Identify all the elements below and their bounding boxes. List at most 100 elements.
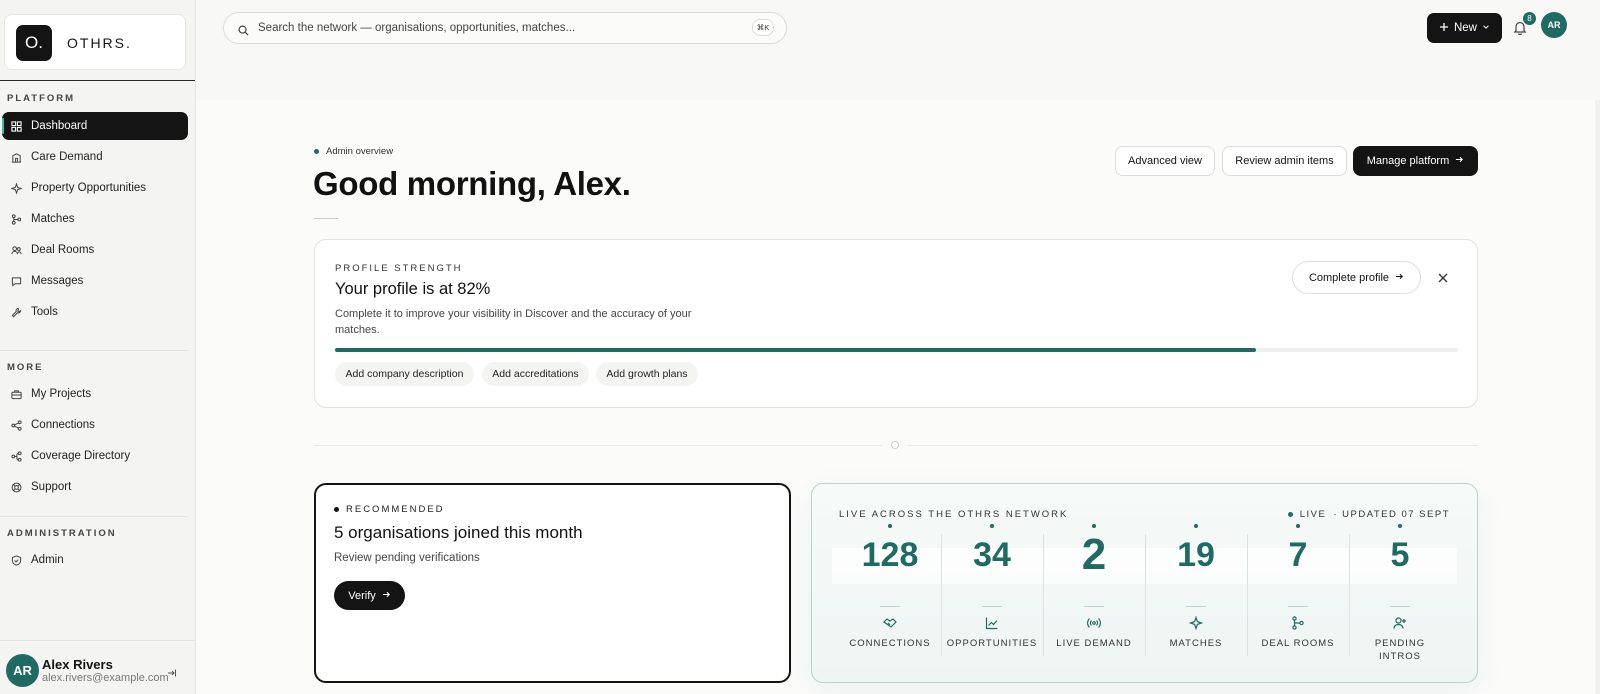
briefcase-icon	[11, 389, 22, 400]
plus-icon	[1439, 22, 1449, 35]
stat-opportunities: 34 OPPORTUNITIES	[941, 524, 1043, 674]
card-description: Complete it to improve your visibility i…	[335, 308, 692, 336]
stat-connections: 128 CONNECTIONS	[839, 524, 941, 674]
arrow-right-icon	[1395, 272, 1404, 284]
stat-dot	[1194, 524, 1198, 528]
sidebar-item-label: Care Demand	[31, 151, 103, 163]
live-network-card: LIVE ACROSS THE OTHRS NETWORK LIVE · UPD…	[811, 483, 1478, 683]
sparkle-icon	[1188, 615, 1204, 631]
sidebar-item-label: Connections	[31, 419, 95, 431]
section-divider	[908, 445, 1478, 446]
stat-matches: 19 MATCHES	[1145, 524, 1247, 674]
chip-add-company-description[interactable]: Add company description	[335, 362, 474, 386]
progress-fill	[335, 348, 1256, 352]
sidebar-item-care-demand[interactable]: Care Demand	[2, 143, 188, 171]
arrow-right-icon	[382, 590, 391, 602]
manage-platform-button[interactable]: Manage platform	[1353, 146, 1478, 176]
search-bar[interactable]	[223, 12, 787, 44]
page-title: Good morning, Alex.	[313, 165, 631, 202]
card-subtitle: Review pending verifications	[334, 552, 480, 564]
stat-dot	[1296, 524, 1300, 528]
stat-value: 128	[861, 536, 919, 574]
sidebar-item-label: Deal Rooms	[31, 244, 95, 256]
live-label: LIVE	[1299, 509, 1327, 520]
brand[interactable]: O. OTHRS.	[4, 14, 186, 70]
chip-add-growth-plans[interactable]: Add growth plans	[596, 362, 698, 386]
verify-button[interactable]: Verify	[334, 581, 405, 610]
live-dot	[1287, 512, 1293, 517]
sidebar-item-tools[interactable]: Tools	[2, 298, 188, 326]
sidebar-item-matches[interactable]: Matches	[2, 205, 188, 233]
page-scrollbar[interactable]	[1595, 100, 1600, 694]
avatar[interactable]: AR	[1541, 12, 1567, 38]
sidebar-item-dashboard[interactable]: Dashboard	[2, 112, 188, 140]
stat-rule	[880, 606, 900, 607]
review-admin-items-button[interactable]: Review admin items	[1222, 146, 1347, 176]
sidebar-item-label: My Projects	[31, 388, 92, 400]
stat-value: 34	[973, 536, 1011, 574]
stat-rule	[1288, 606, 1308, 607]
profile-strength-card: PROFILE STRENGTH Your profile is at 82% …	[314, 239, 1478, 408]
sidebar-item-label: Support	[31, 481, 72, 493]
stat-dot	[1092, 524, 1096, 528]
sidebar-item-messages[interactable]: Messages	[2, 267, 188, 295]
sidebar-item-deal-rooms[interactable]: Deal Rooms	[2, 236, 188, 264]
sidebar-item-property-opportunities[interactable]: Property Opportunities	[2, 174, 188, 202]
stat-rule	[1390, 606, 1410, 607]
sidebar-item-admin[interactable]: Admin	[2, 546, 188, 574]
sidebar-item-coverage-directory[interactable]: Coverage Directory	[2, 442, 188, 470]
stat-dot	[888, 524, 892, 528]
section-label-platform: PLATFORM	[7, 93, 76, 104]
message-icon	[11, 276, 22, 287]
card-eyebrow: LIVE ACROSS THE OTHRS NETWORK	[839, 509, 1069, 520]
bullet-dot	[334, 507, 339, 512]
recommended-card: RECOMMENDED 5 organisations joined this …	[314, 483, 791, 683]
sidebar-item-support[interactable]: Support	[2, 473, 188, 501]
stat-rule	[982, 606, 1002, 607]
handshake-icon	[883, 616, 897, 630]
search-input[interactable]	[258, 13, 728, 43]
user-account[interactable]: AR Alex Rivers alex.rivers@example.com	[0, 640, 195, 694]
logout-icon[interactable]	[167, 665, 177, 677]
advanced-view-button[interactable]: Advanced view	[1115, 146, 1215, 176]
user-plus-icon	[1393, 616, 1407, 630]
sidebar-item-connections[interactable]: Connections	[2, 411, 188, 439]
stat-label: DEAL ROOMS	[1261, 638, 1335, 649]
new-button[interactable]: New	[1427, 13, 1502, 43]
complete-profile-label: Complete profile	[1308, 271, 1390, 284]
stat-dot	[990, 524, 994, 528]
broadcast-icon	[1087, 616, 1101, 630]
shield-icon	[11, 554, 22, 566]
shortcut-badge: ⌘K	[752, 19, 774, 36]
network-icon	[11, 450, 22, 462]
stat-label: PENDING INTROS	[1374, 638, 1426, 662]
updated-timestamp: · UPDATED 07 SEPT	[1333, 509, 1450, 520]
wrench-icon	[11, 307, 22, 318]
complete-profile-button[interactable]: Complete profile	[1292, 261, 1421, 294]
sidebar-item-my-projects[interactable]: My Projects	[2, 380, 188, 408]
stat-dot	[1398, 524, 1402, 528]
arrow-right-icon	[1455, 155, 1464, 167]
stat-label: MATCHES	[1169, 638, 1223, 649]
close-icon[interactable]	[1437, 271, 1449, 283]
card-eyebrow: RECOMMENDED	[334, 504, 445, 515]
live-status: LIVE · UPDATED 07 SEPT	[1287, 509, 1450, 520]
stat-value: 7	[1288, 536, 1308, 574]
user-name: Alex Rivers	[42, 657, 113, 672]
section-label-more: MORE	[7, 362, 44, 373]
sidebar: O. OTHRS. PLATFORM Dashboard Care Demand…	[0, 0, 196, 694]
manage-platform-label: Manage platform	[1366, 155, 1450, 167]
stat-rule	[1084, 606, 1104, 607]
avatar: AR	[6, 654, 39, 687]
brand-logo: O.	[16, 25, 52, 61]
stat-value: 19	[1177, 536, 1215, 574]
sparkle-icon	[11, 182, 22, 194]
card-eyebrow: PROFILE STRENGTH	[335, 263, 463, 274]
sidebar-item-label: Matches	[31, 213, 75, 225]
chip-add-accreditations[interactable]: Add accreditations	[482, 362, 589, 386]
sidebar-item-label: Dashboard	[31, 120, 88, 132]
building-icon	[11, 152, 22, 163]
section-label-administration: ADMINISTRATION	[7, 528, 117, 539]
notification-badge: 8	[1523, 12, 1536, 25]
card-title: Your profile is at 82%	[335, 280, 491, 298]
